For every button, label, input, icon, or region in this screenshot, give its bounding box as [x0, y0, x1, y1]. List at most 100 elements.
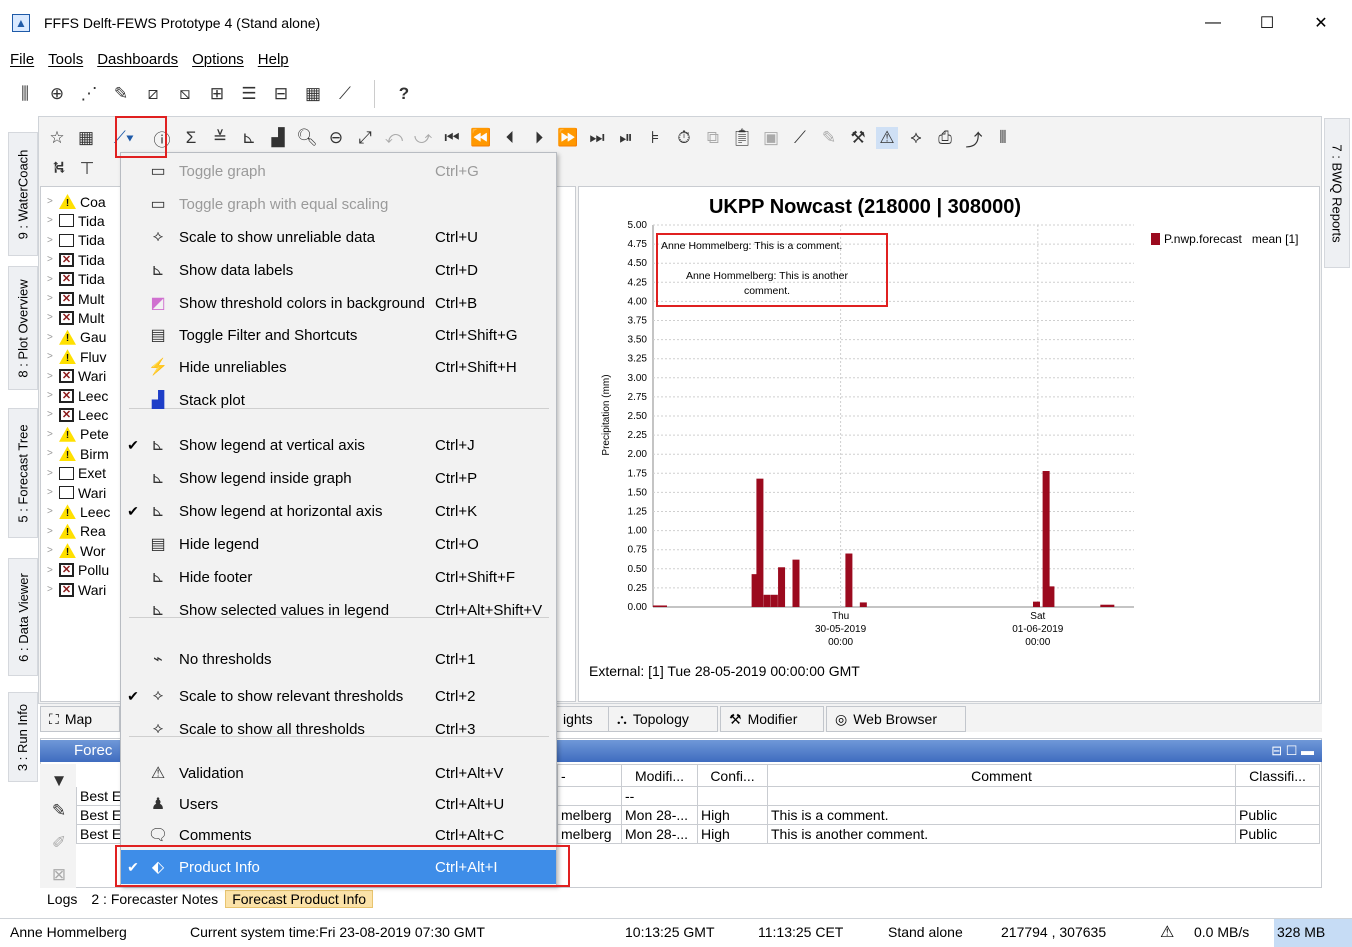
menu-item-hide-unreliables[interactable]: ⚡ Hide unreliables Ctrl+Shift+H — [121, 351, 556, 383]
panel-window-controls[interactable]: ⊟ ☐ ▬ — [1271, 740, 1314, 762]
tree-item[interactable]: >! Birm — [47, 444, 109, 463]
tab-highlights[interactable]: ights — [554, 706, 616, 732]
menu-item-validation[interactable]: ⚠ Validation Ctrl+Alt+V — [121, 757, 556, 789]
tab-data-viewer[interactable]: 6 : Data Viewer — [8, 558, 38, 676]
tree-item[interactable]: > ✕ Tida — [47, 270, 105, 289]
tab-modifier[interactable]: ⚒ Modifier — [720, 706, 824, 732]
menu-item-threshold-colors[interactable]: ◩ Show threshold colors in background Ctrl… — [121, 287, 556, 319]
tree-item[interactable]: >! Pete — [47, 425, 109, 444]
expand-chevron-icon[interactable]: > — [47, 565, 59, 576]
expand-chevron-icon[interactable]: > — [47, 235, 59, 246]
expand-chevron-icon[interactable]: > — [47, 409, 59, 420]
expand-chevron-icon[interactable]: > — [47, 487, 59, 498]
tab-map[interactable]: ⛶ Map — [40, 706, 120, 732]
expand-chevron-icon[interactable]: > — [47, 274, 59, 285]
tree-item[interactable]: > ✕ Tida — [47, 250, 105, 269]
status-memory[interactable]: 328 MB — [1274, 919, 1352, 947]
zoom-prev-icon[interactable]: ⤺ — [383, 127, 405, 149]
tree-select-icon[interactable]: ⛕ — [48, 158, 70, 180]
expand-chevron-icon[interactable]: > — [47, 332, 59, 343]
zoom-in-icon[interactable]: 🔍︎ — [296, 127, 318, 149]
expand-chevron-icon[interactable]: > — [47, 196, 59, 207]
expand-chevron-icon[interactable]: > — [47, 371, 59, 382]
grid-editor-icon[interactable]: ⊞ — [206, 83, 228, 105]
minimize-button[interactable]: — — [1190, 6, 1236, 40]
table-row[interactable]: melberg Mon 28-... High This is another … — [557, 824, 1320, 844]
tab-web-browser[interactable]: ◎ Web Browser — [826, 706, 966, 732]
menu-item-users[interactable]: ♟ Users Ctrl+Alt+U — [121, 788, 556, 820]
zoom-out-icon[interactable]: ⊖ — [325, 127, 347, 149]
col-classification[interactable]: Classifi... — [1235, 764, 1320, 787]
tree-item[interactable]: > ✕ Leec — [47, 386, 108, 405]
col-comment[interactable]: Comment — [767, 764, 1236, 787]
tree-item[interactable]: >! Fluv — [47, 347, 106, 366]
tree-item[interactable]: >! Coa — [47, 192, 106, 211]
tab-run-info[interactable]: 3 : Run Info — [8, 692, 38, 782]
expand-chevron-icon[interactable]: > — [47, 448, 59, 459]
menu-item-equal-scale[interactable]: ▭ Toggle graph with equal scaling — [121, 188, 556, 220]
checklist-icon[interactable]: ≚ — [209, 127, 231, 149]
print-icon[interactable]: ⎙ — [934, 127, 956, 149]
menu-dashboards[interactable]: Dashboards — [97, 51, 178, 68]
menu-item-relevant-thresholds[interactable]: ✔ ⟡ Scale to show relevant thresholds Ctrl+… — [121, 680, 556, 712]
menu-help[interactable]: Help — [258, 51, 289, 68]
step-back-icon[interactable]: ⏴ — [499, 127, 521, 149]
expand-chevron-icon[interactable]: > — [47, 351, 59, 362]
menu-item-no-thresholds[interactable]: ⌁ No thresholds Ctrl+1 — [121, 643, 556, 675]
edit-graph2-icon[interactable]: ⧅ — [174, 83, 196, 105]
expand-chevron-icon[interactable]: > — [47, 468, 59, 479]
end-icon[interactable]: ⏯ — [615, 127, 637, 149]
list-icon[interactable]: ☰ — [238, 83, 260, 105]
expand-chevron-icon[interactable]: > — [47, 526, 59, 537]
menu-item-data-labels[interactable]: ⊾ Show data labels Ctrl+D — [121, 254, 556, 286]
tree-item[interactable]: > ✕ Mult — [47, 308, 104, 327]
menu-item-filter-shortcuts[interactable]: ▤ Toggle Filter and Shortcuts Ctrl+Shift+G — [121, 319, 556, 351]
warning-icon[interactable]: ⚠ — [1160, 922, 1174, 942]
pencil-icon[interactable]: ✐ — [48, 832, 70, 854]
menu-item-stack-plot[interactable]: ▟ Stack plot — [121, 384, 556, 416]
tree-item[interactable]: > ✕ Leec — [47, 405, 108, 424]
menu-item-hide-legend[interactable]: ▤ Hide legend Ctrl+O — [121, 528, 556, 560]
edit-tag-icon[interactable]: ✎ — [48, 800, 70, 822]
tree-item[interactable]: > Wari — [47, 483, 106, 502]
tab-plot-overview[interactable]: 8 : Plot Overview — [8, 266, 38, 390]
globe-icon[interactable]: ⊕ — [46, 83, 68, 105]
table-row[interactable]: Best E — [75, 786, 126, 806]
threshold-icon[interactable]: ⟡ — [905, 127, 927, 149]
expand-chevron-icon[interactable]: > — [47, 312, 59, 323]
ruler-icon[interactable]: ⊧ — [644, 127, 666, 149]
report-icon[interactable]: ▦ — [302, 83, 324, 105]
menu-item-all-thresholds[interactable]: ⟡ Scale to show all thresholds Ctrl+3 — [121, 713, 556, 745]
menu-item-hide-footer[interactable]: ⊾ Hide footer Ctrl+Shift+F — [121, 561, 556, 593]
step-forward-icon[interactable]: ⏵ — [528, 127, 550, 149]
menu-item-legend-inside[interactable]: ⊾ Show legend inside graph Ctrl+P — [121, 462, 556, 494]
table-row[interactable]: -- — [557, 786, 1320, 806]
tree-panel-icon[interactable]: ⫼ — [14, 83, 36, 105]
delete-icon[interactable]: ⊠ — [48, 864, 70, 886]
zoom-next-icon[interactable]: ⤻ — [412, 127, 434, 149]
table-icon[interactable]: ⊟ — [270, 83, 292, 105]
precipitation-chart[interactable]: UKPP Nowcast (218000 | 308000) Precipita… — [579, 187, 1321, 703]
help-button[interactable]: ? — [393, 83, 415, 105]
pencil-icon[interactable]: ✎ — [818, 127, 840, 149]
tree-item[interactable]: > Tida — [47, 231, 105, 250]
filter-icon[interactable]: ▼ — [48, 770, 70, 792]
fast-forward-icon[interactable]: ⏩ — [557, 127, 579, 149]
table-row[interactable]: melberg Mon 28-... High This is a commen… — [557, 805, 1320, 825]
tool-icon[interactable]: ⚒ — [847, 127, 869, 149]
tab-forecaster-notes[interactable]: 2 : Forecaster Notes — [84, 890, 225, 908]
tree-item[interactable]: >! Wor — [47, 541, 105, 560]
expand-chevron-icon[interactable]: > — [47, 254, 59, 265]
edit-chart-icon[interactable]: ⟋ — [789, 127, 811, 149]
tab-logs[interactable]: Logs — [40, 890, 84, 908]
expand-chevron-icon[interactable]: > — [47, 545, 59, 556]
expand-chevron-icon[interactable]: > — [47, 429, 59, 440]
col-confidence[interactable]: Confi... — [697, 764, 768, 787]
tree-item[interactable]: > ✕ Pollu — [47, 561, 109, 580]
filter-icon[interactable]: ⊤ — [76, 158, 98, 180]
tree-item[interactable]: >! Rea — [47, 522, 106, 541]
zoom-fit-icon[interactable]: ⤢ — [354, 127, 376, 149]
expand-chevron-icon[interactable]: > — [47, 506, 59, 517]
tab-watercoach[interactable]: 9 : WaterCoach — [8, 132, 38, 256]
tree-item[interactable]: > Tida — [47, 211, 105, 230]
